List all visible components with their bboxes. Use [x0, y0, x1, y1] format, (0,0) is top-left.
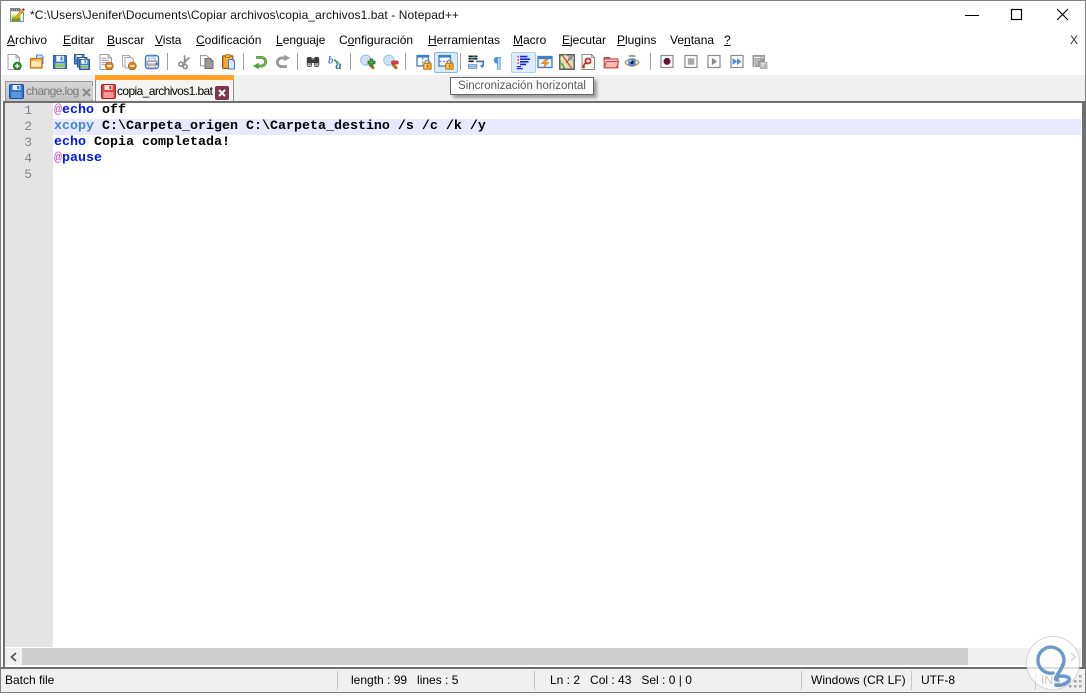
svg-text:b: b	[328, 55, 334, 67]
svg-text:a: a	[336, 58, 342, 70]
svg-text:¶: ¶	[493, 54, 502, 70]
